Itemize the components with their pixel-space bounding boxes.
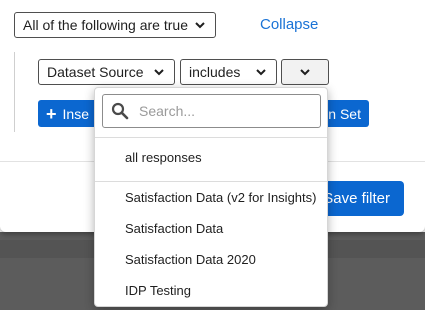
chevron-down-icon — [152, 65, 166, 79]
dropdown-option[interactable]: IDP Testing — [125, 283, 191, 298]
condition-field-select[interactable]: Dataset Source — [38, 59, 175, 85]
insert-condition-button[interactable]: + Inse — [38, 100, 98, 127]
dropdown-option-all-responses[interactable]: all responses — [125, 150, 202, 165]
match-type-value: All of the following are true — [23, 17, 188, 33]
add-condition-set-label: n Set — [328, 105, 361, 122]
dropdown-search-field[interactable] — [102, 94, 321, 128]
save-filter-label: Save filter — [323, 190, 390, 207]
dropdown-search-input[interactable] — [139, 103, 319, 119]
dropdown-option[interactable]: Satisfaction Data (v2 for Insights) — [125, 190, 316, 205]
dropdown-option[interactable]: Satisfaction Data 2020 — [125, 252, 256, 267]
save-filter-button[interactable]: Save filter — [318, 181, 404, 216]
chevron-down-icon — [254, 65, 268, 79]
condition-field-value: Dataset Source — [47, 64, 144, 80]
plus-icon: + — [46, 103, 57, 124]
chevron-down-icon — [193, 18, 207, 32]
match-type-select[interactable]: All of the following are true — [14, 12, 216, 38]
condition-operator-value: includes — [189, 64, 241, 80]
condition-operator-select[interactable]: includes — [180, 59, 277, 85]
dropdown-divider — [95, 181, 327, 182]
chevron-down-icon — [298, 65, 312, 79]
collapse-link[interactable]: Collapse — [260, 16, 318, 33]
insert-condition-label: Inse — [62, 105, 89, 122]
condition-value-select[interactable] — [281, 59, 329, 85]
dropdown-divider — [95, 137, 327, 138]
condition-group-line — [14, 52, 15, 132]
dropdown-option[interactable]: Satisfaction Data — [125, 221, 223, 236]
value-dropdown-menu: all responses Satisfaction Data (v2 for … — [94, 87, 328, 307]
search-icon — [111, 102, 129, 120]
